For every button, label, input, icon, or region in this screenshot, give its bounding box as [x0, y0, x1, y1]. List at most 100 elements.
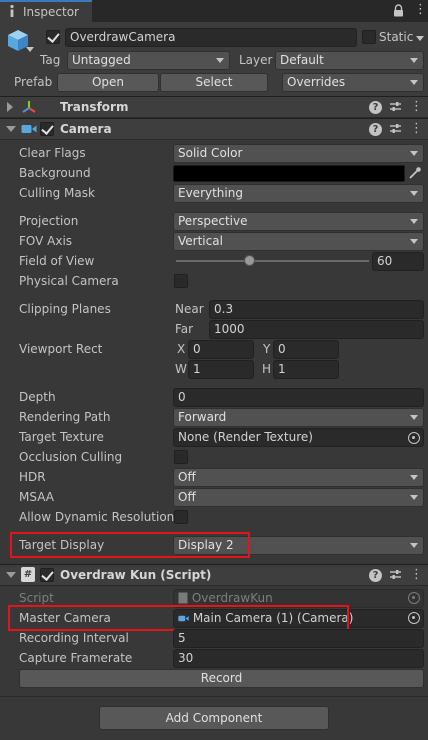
physical-camera-checkbox[interactable]	[174, 274, 188, 288]
help-icon[interactable]: ?	[369, 101, 382, 114]
target-display-highlight	[10, 532, 250, 558]
inspector-tab-label: Inspector	[23, 5, 79, 19]
rendering-path-label: Rendering Path	[19, 410, 111, 424]
chevron-down-icon	[216, 58, 224, 63]
transform-axes-icon	[22, 101, 36, 113]
chevron-down-icon	[410, 219, 418, 224]
culling-mask-value: Everything	[178, 186, 243, 200]
gameobject-name-field[interactable]: OverdrawCamera	[65, 28, 357, 47]
depth-value: 0	[178, 390, 186, 404]
rendering-path-dropdown[interactable]: Forward	[173, 408, 424, 427]
tag-dropdown[interactable]: Untagged	[67, 51, 230, 70]
layer-value: Default	[280, 53, 324, 67]
static-label: Static	[379, 30, 414, 44]
near-value: 0.3	[214, 302, 234, 316]
far-field[interactable]: 1000	[209, 320, 424, 339]
object-picker-icon[interactable]	[408, 432, 420, 444]
fov-value-field[interactable]: 60	[372, 252, 424, 271]
background-label: Background	[19, 166, 91, 180]
lock-icon[interactable]	[393, 4, 404, 17]
tag-value: Untagged	[72, 53, 131, 67]
hdr-dropdown[interactable]: Off	[173, 468, 424, 487]
allow-dynamic-resolution-checkbox[interactable]	[174, 510, 188, 524]
viewport-h-field[interactable]: 1	[273, 360, 339, 379]
help-icon[interactable]: ?	[369, 123, 382, 136]
culling-mask-dropdown[interactable]: Everything	[173, 184, 424, 203]
presets-sliders-icon[interactable]	[389, 568, 402, 581]
capture-framerate-field[interactable]: 30	[173, 649, 424, 668]
overrides-label: Overrides	[287, 75, 346, 89]
static-checkbox[interactable]	[362, 30, 376, 44]
presets-sliders-icon[interactable]	[389, 122, 402, 135]
help-icon[interactable]: ?	[369, 569, 382, 582]
viewport-y-label: Y	[263, 342, 271, 356]
viewport-h-value: 1	[278, 362, 286, 376]
near-field[interactable]: 0.3	[209, 300, 424, 319]
fov-slider-thumb[interactable]	[243, 255, 255, 266]
occlusion-culling-checkbox[interactable]	[174, 450, 188, 464]
component-menu-icon[interactable]: ⋮	[410, 121, 423, 136]
prefab-open-button[interactable]: Open	[57, 73, 159, 92]
chevron-down-icon	[410, 415, 418, 420]
camera-icon	[21, 125, 37, 133]
rendering-path-value: Forward	[178, 410, 227, 424]
chevron-down-icon	[410, 191, 418, 196]
gameobject-active-checkbox[interactable]	[46, 30, 60, 44]
script-foldout-icon[interactable]	[6, 572, 16, 578]
fov-axis-label: FOV Axis	[19, 234, 73, 248]
static-dropdown-arrow-icon[interactable]	[416, 36, 424, 41]
recording-interval-value: 5	[178, 631, 186, 645]
camera-foldout-icon[interactable]	[6, 126, 16, 132]
clear-flags-dropdown[interactable]: Solid Color	[173, 144, 424, 163]
inspector-bottom-divider	[0, 696, 428, 697]
viewport-w-value: 1	[193, 362, 201, 376]
window-menu-icon[interactable]: ⋮	[414, 2, 427, 17]
viewport-w-field[interactable]: 1	[188, 360, 254, 379]
prefab-overrides-dropdown[interactable]: Overrides	[282, 73, 424, 92]
inspector-tab[interactable]: Inspector	[0, 0, 92, 22]
viewport-y-field[interactable]: 0	[273, 340, 339, 359]
chevron-down-icon	[410, 80, 418, 85]
msaa-value: Off	[178, 490, 196, 504]
icon-dropdown-arrow-icon[interactable]	[26, 47, 34, 52]
transform-foldout-icon[interactable]	[7, 102, 13, 112]
fov-value: 60	[377, 254, 393, 268]
target-texture-value: None (Render Texture)	[178, 430, 313, 444]
chevron-down-icon	[410, 495, 418, 500]
layer-dropdown[interactable]: Default	[275, 51, 424, 70]
chevron-down-icon	[410, 58, 418, 63]
viewport-w-label: W	[175, 362, 187, 376]
viewport-x-field[interactable]: 0	[188, 340, 254, 359]
fov-axis-dropdown[interactable]: Vertical	[173, 232, 424, 251]
camera-enabled-checkbox[interactable]	[40, 122, 54, 136]
allow-dynamic-resolution-label: Allow Dynamic Resolution	[19, 510, 175, 524]
culling-mask-label: Culling Mask	[19, 186, 95, 200]
chevron-down-icon	[410, 239, 418, 244]
component-menu-icon[interactable]: ⋮	[410, 567, 423, 582]
projection-dropdown[interactable]: Perspective	[173, 212, 424, 231]
projection-label: Projection	[19, 214, 79, 228]
record-button[interactable]: Record	[19, 669, 424, 688]
prefab-select-button[interactable]: Select	[160, 73, 268, 92]
eyedropper-icon[interactable]	[408, 166, 422, 180]
msaa-dropdown[interactable]: Off	[173, 488, 424, 507]
recording-interval-label: Recording Interval	[19, 631, 129, 645]
viewport-x-value: 0	[193, 342, 201, 356]
presets-sliders-icon[interactable]	[389, 100, 402, 113]
depth-field[interactable]: 0	[173, 388, 424, 407]
hdr-value: Off	[178, 470, 196, 484]
add-component-button[interactable]: Add Component	[99, 706, 329, 730]
target-texture-field[interactable]: None (Render Texture)	[173, 428, 424, 447]
overdraw-kun-title: Overdraw Kun (Script)	[60, 568, 212, 582]
fov-slider-track[interactable]	[176, 260, 369, 262]
component-menu-icon[interactable]: ⋮	[410, 99, 423, 114]
script-enabled-checkbox[interactable]	[40, 568, 54, 582]
object-picker-icon[interactable]	[408, 612, 420, 624]
clear-flags-label: Clear Flags	[19, 146, 86, 160]
fov-axis-value: Vertical	[178, 234, 223, 248]
projection-value: Perspective	[178, 214, 248, 228]
background-color-swatch[interactable]	[173, 165, 405, 182]
recording-interval-field[interactable]: 5	[173, 629, 424, 648]
msaa-label: MSAA	[19, 490, 54, 504]
near-label: Near	[175, 302, 204, 316]
